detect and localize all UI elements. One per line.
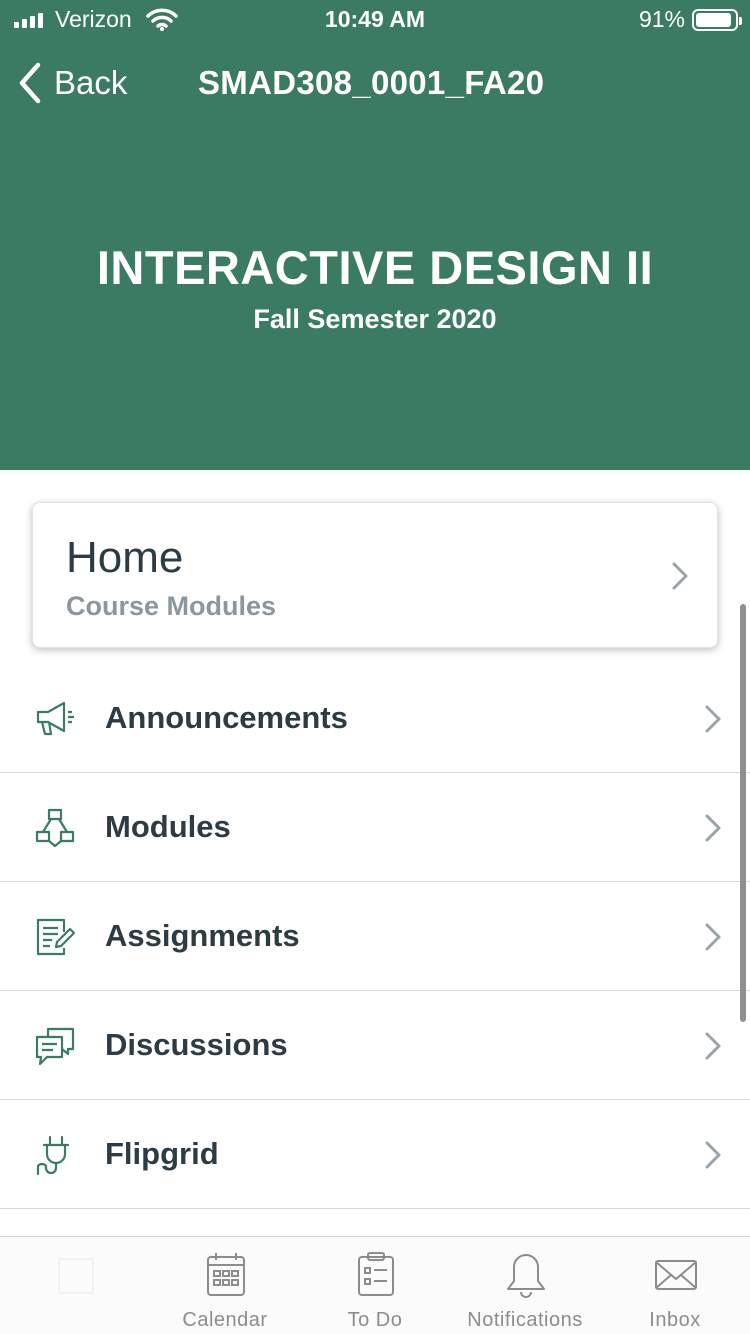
home-card[interactable]: Home Course Modules xyxy=(32,502,718,648)
menu-item-discussions[interactable]: Discussions xyxy=(0,991,750,1100)
chevron-right-icon xyxy=(705,814,721,842)
course-menu: Announcements Modules Assignments Discus… xyxy=(0,664,750,1209)
tab-dashboard[interactable] xyxy=(0,1237,150,1334)
assignment-icon xyxy=(36,918,76,956)
dashboard-icon xyxy=(58,1258,94,1294)
menu-item-modules[interactable]: Modules xyxy=(0,773,750,882)
menu-item-label: Announcements xyxy=(105,700,348,735)
menu-item-flipgrid[interactable]: Flipgrid xyxy=(0,1100,750,1209)
tab-notifications[interactable]: Notifications xyxy=(450,1237,600,1334)
course-code-title: SMAD308_0001_FA20 xyxy=(198,64,545,101)
chevron-right-icon xyxy=(705,705,721,733)
status-bar: Verizon 10:49 AM 91% xyxy=(0,0,750,40)
course-header: Verizon 10:49 AM 91% Back SMAD308_0001_F… xyxy=(0,0,750,470)
todo-icon xyxy=(358,1252,394,1296)
battery-level xyxy=(696,13,731,27)
course-term: Fall Semester 2020 xyxy=(253,304,497,334)
tab-label: Calendar xyxy=(182,1309,268,1331)
tab-label: Inbox xyxy=(649,1309,701,1331)
chevron-right-icon xyxy=(705,1141,721,1169)
tab-calendar[interactable]: Calendar xyxy=(150,1237,300,1334)
inbox-icon xyxy=(655,1260,697,1290)
scrollbar[interactable] xyxy=(740,604,746,1022)
tab-inbox[interactable]: Inbox xyxy=(600,1237,750,1334)
chevron-right-icon xyxy=(672,562,688,590)
battery-icon xyxy=(692,9,742,31)
status-time: 10:49 AM xyxy=(324,6,426,32)
discussion-icon xyxy=(35,1027,75,1066)
home-card-subtitle: Course Modules xyxy=(66,591,277,621)
chevron-left-icon xyxy=(19,62,41,104)
menu-item-label: Flipgrid xyxy=(105,1136,219,1171)
calendar-icon xyxy=(207,1253,245,1296)
back-button[interactable]: Back xyxy=(16,60,127,106)
menu-item-label: Assignments xyxy=(105,918,300,953)
menu-item-label: Discussions xyxy=(105,1027,288,1062)
menu-item-announcements[interactable]: Announcements xyxy=(0,664,750,773)
home-card-title: Home xyxy=(66,533,184,582)
chevron-right-icon xyxy=(705,923,721,951)
megaphone-icon xyxy=(36,701,74,736)
back-label: Back xyxy=(54,64,128,101)
battery-percent: 91% xyxy=(638,6,685,32)
tab-bar: Calendar To Do Notifications Inbox xyxy=(0,1236,750,1334)
menu-item-label: Modules xyxy=(105,809,231,844)
bell-icon xyxy=(507,1254,545,1298)
plug-icon xyxy=(36,1135,70,1176)
modules-icon xyxy=(35,808,75,848)
course-title: INTERACTIVE DESIGN II xyxy=(96,241,654,294)
tab-label: Notifications xyxy=(467,1309,583,1331)
menu-item-assignments[interactable]: Assignments xyxy=(0,882,750,991)
tab-todo[interactable]: To Do xyxy=(300,1237,450,1334)
tab-label: To Do xyxy=(347,1309,403,1331)
chevron-right-icon xyxy=(705,1032,721,1060)
